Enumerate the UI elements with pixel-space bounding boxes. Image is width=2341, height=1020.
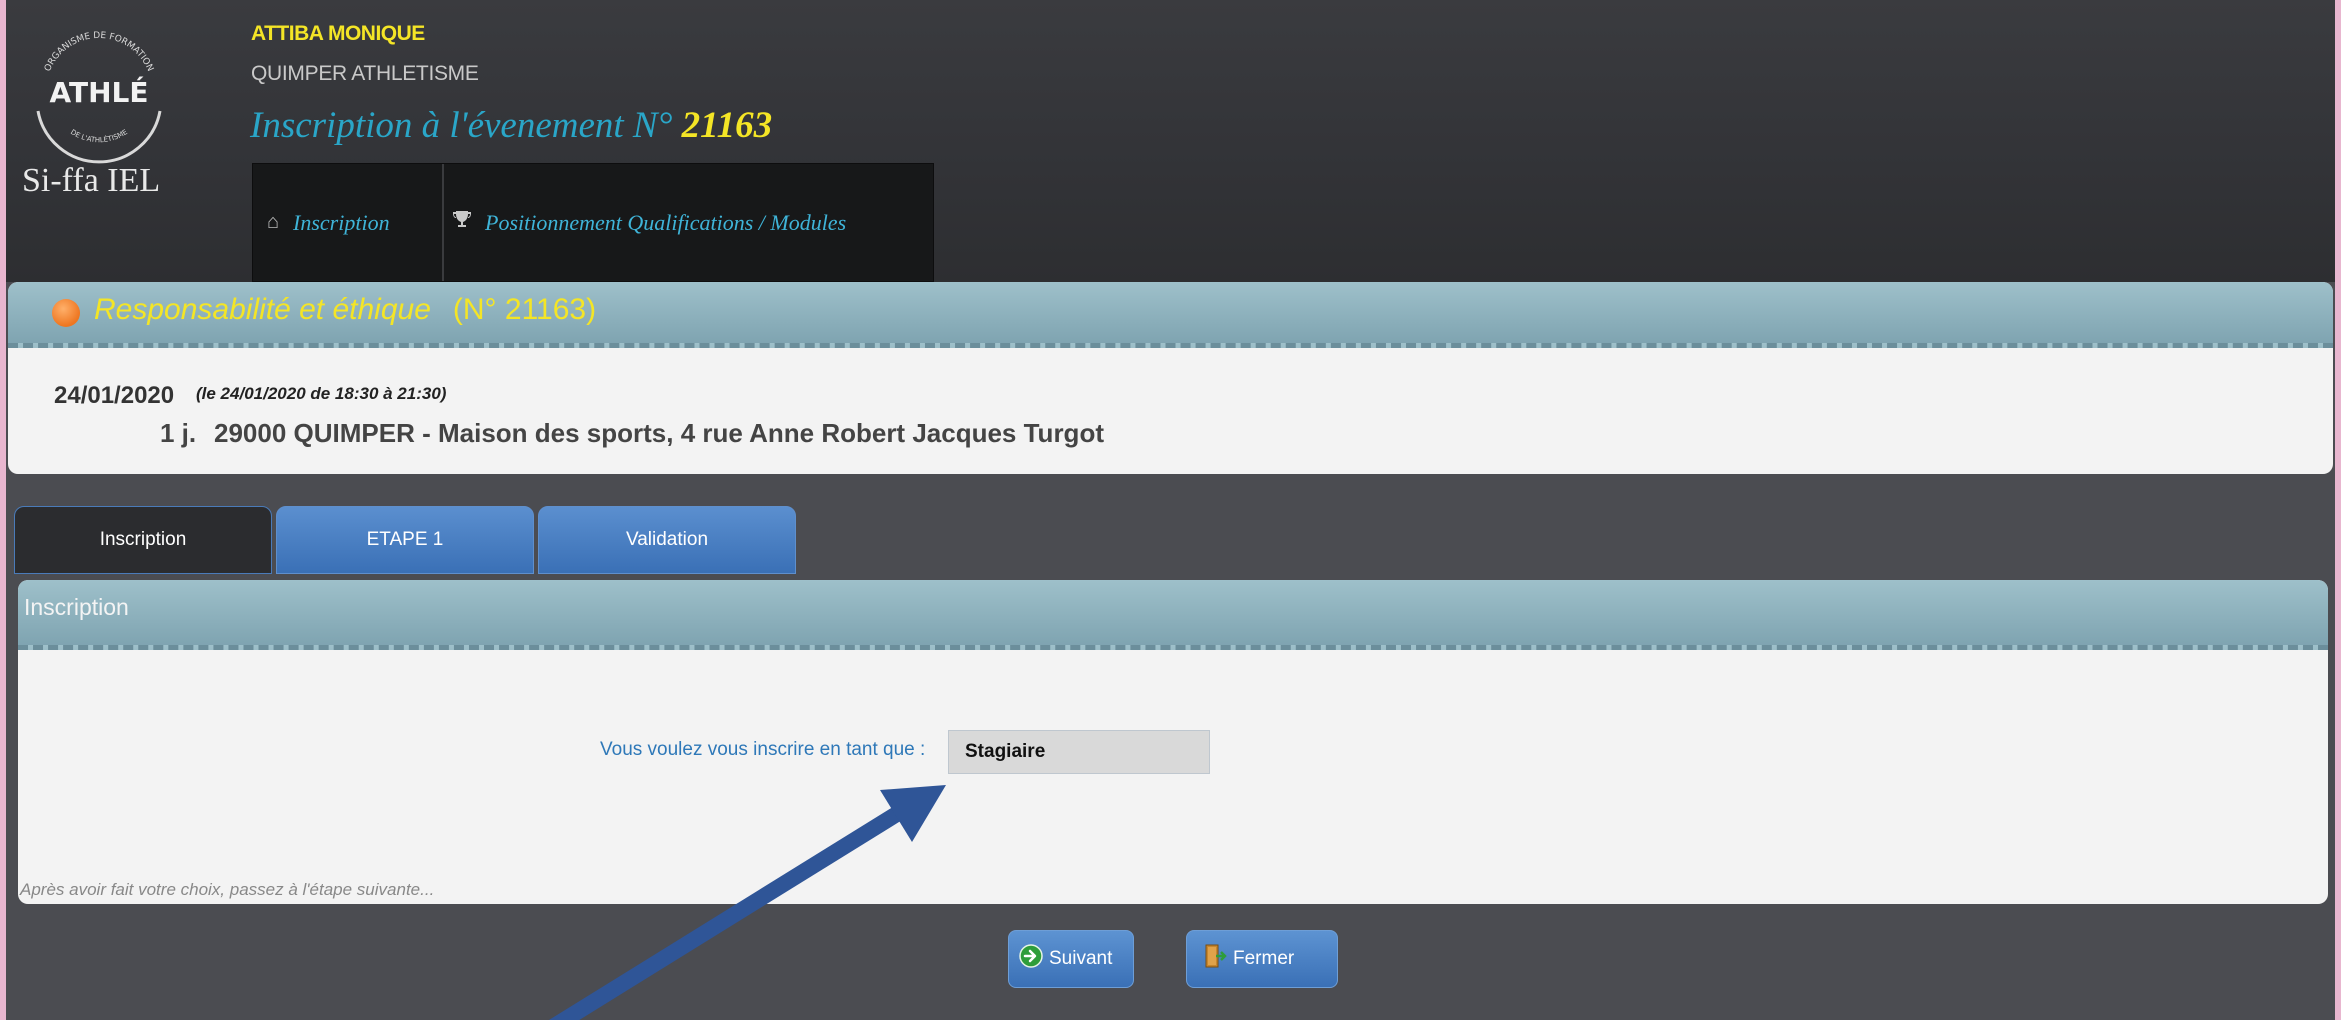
logo-emblem: ORGANISME DE FORMATION DE L'ATHLÉTISME A…: [36, 31, 162, 164]
main-nav: ⌂ Inscription Positionnement Qualificati…: [252, 163, 934, 282]
event-panel: Responsabilité et éthique (N° 21163) 24/…: [8, 282, 2333, 474]
page-title-prefix: Inscription à l'évenement N°: [250, 105, 673, 146]
role-label: Vous voulez vous inscrire en tant que :: [600, 739, 926, 760]
nav-item-label: Positionnement Qualifications / Modules: [485, 209, 847, 235]
logo-ring-bottom-text: DE L'ATHLÉTISME: [69, 128, 129, 144]
event-number: 21163: [681, 105, 773, 146]
nav-item-label: Inscription: [293, 209, 390, 235]
logo: ORGANISME DE FORMATION DE L'ATHLÉTISME A…: [14, 8, 184, 208]
status-dot-icon: [52, 298, 80, 327]
trophy-icon: [453, 210, 471, 236]
club-name: QUIMPER ATHLETISME: [251, 62, 479, 85]
home-icon: ⌂: [267, 211, 280, 233]
page-title: Inscription à l'évenement N° 21163: [250, 104, 772, 147]
event-location: 29000 QUIMPER - Maison des sports, 4 rue…: [214, 418, 1104, 448]
logo-text: Si-ffa IEL: [22, 162, 161, 199]
form-panel: Inscription Vous voulez vous inscrire en…: [18, 580, 2328, 904]
event-duration: 1 j.: [160, 418, 197, 448]
event-date: 24/01/2020: [54, 382, 175, 409]
exit-door-icon: [1203, 943, 1227, 975]
logo-ring-top-text: ORGANISME DE FORMATION: [43, 31, 155, 73]
tab-inscription[interactable]: Inscription: [14, 506, 272, 574]
form-panel-header: [18, 580, 2328, 650]
logo-word: ATHLÉ: [50, 75, 149, 109]
header: ORGANISME DE FORMATION DE L'ATHLÉTISME A…: [6, 0, 2335, 282]
nav-item-inscription[interactable]: ⌂ Inscription: [267, 164, 439, 281]
form-panel-title: Inscription: [24, 594, 129, 620]
event-panel-title: Responsabilité et éthique: [94, 292, 431, 326]
close-button[interactable]: Fermer: [1186, 930, 1338, 988]
nav-item-positionnement[interactable]: Positionnement Qualifications / Modules: [453, 164, 846, 281]
step-hint: Après avoir fait votre choix, passez à l…: [20, 880, 435, 899]
close-button-label: Fermer: [1233, 948, 1295, 969]
next-button-label: Suivant: [1049, 948, 1113, 969]
arrow-right-circle-icon: [1019, 944, 1043, 974]
event-panel-number: (N° 21163): [452, 292, 597, 326]
nav-divider: [442, 164, 444, 281]
event-panel-header: Responsabilité et éthique (N° 21163): [8, 282, 2333, 348]
user-name: ATTIBA MONIQUE: [251, 22, 425, 45]
event-hours: (le 24/01/2020 de 18:30 à 21:30): [196, 384, 447, 403]
next-button[interactable]: Suivant: [1008, 930, 1134, 988]
tab-validation[interactable]: Validation: [538, 506, 796, 574]
app-window: ORGANISME DE FORMATION DE L'ATHLÉTISME A…: [6, 0, 2335, 1020]
role-select[interactable]: Stagiaire: [948, 730, 1210, 774]
tab-etape-1[interactable]: ETAPE 1: [276, 506, 534, 574]
